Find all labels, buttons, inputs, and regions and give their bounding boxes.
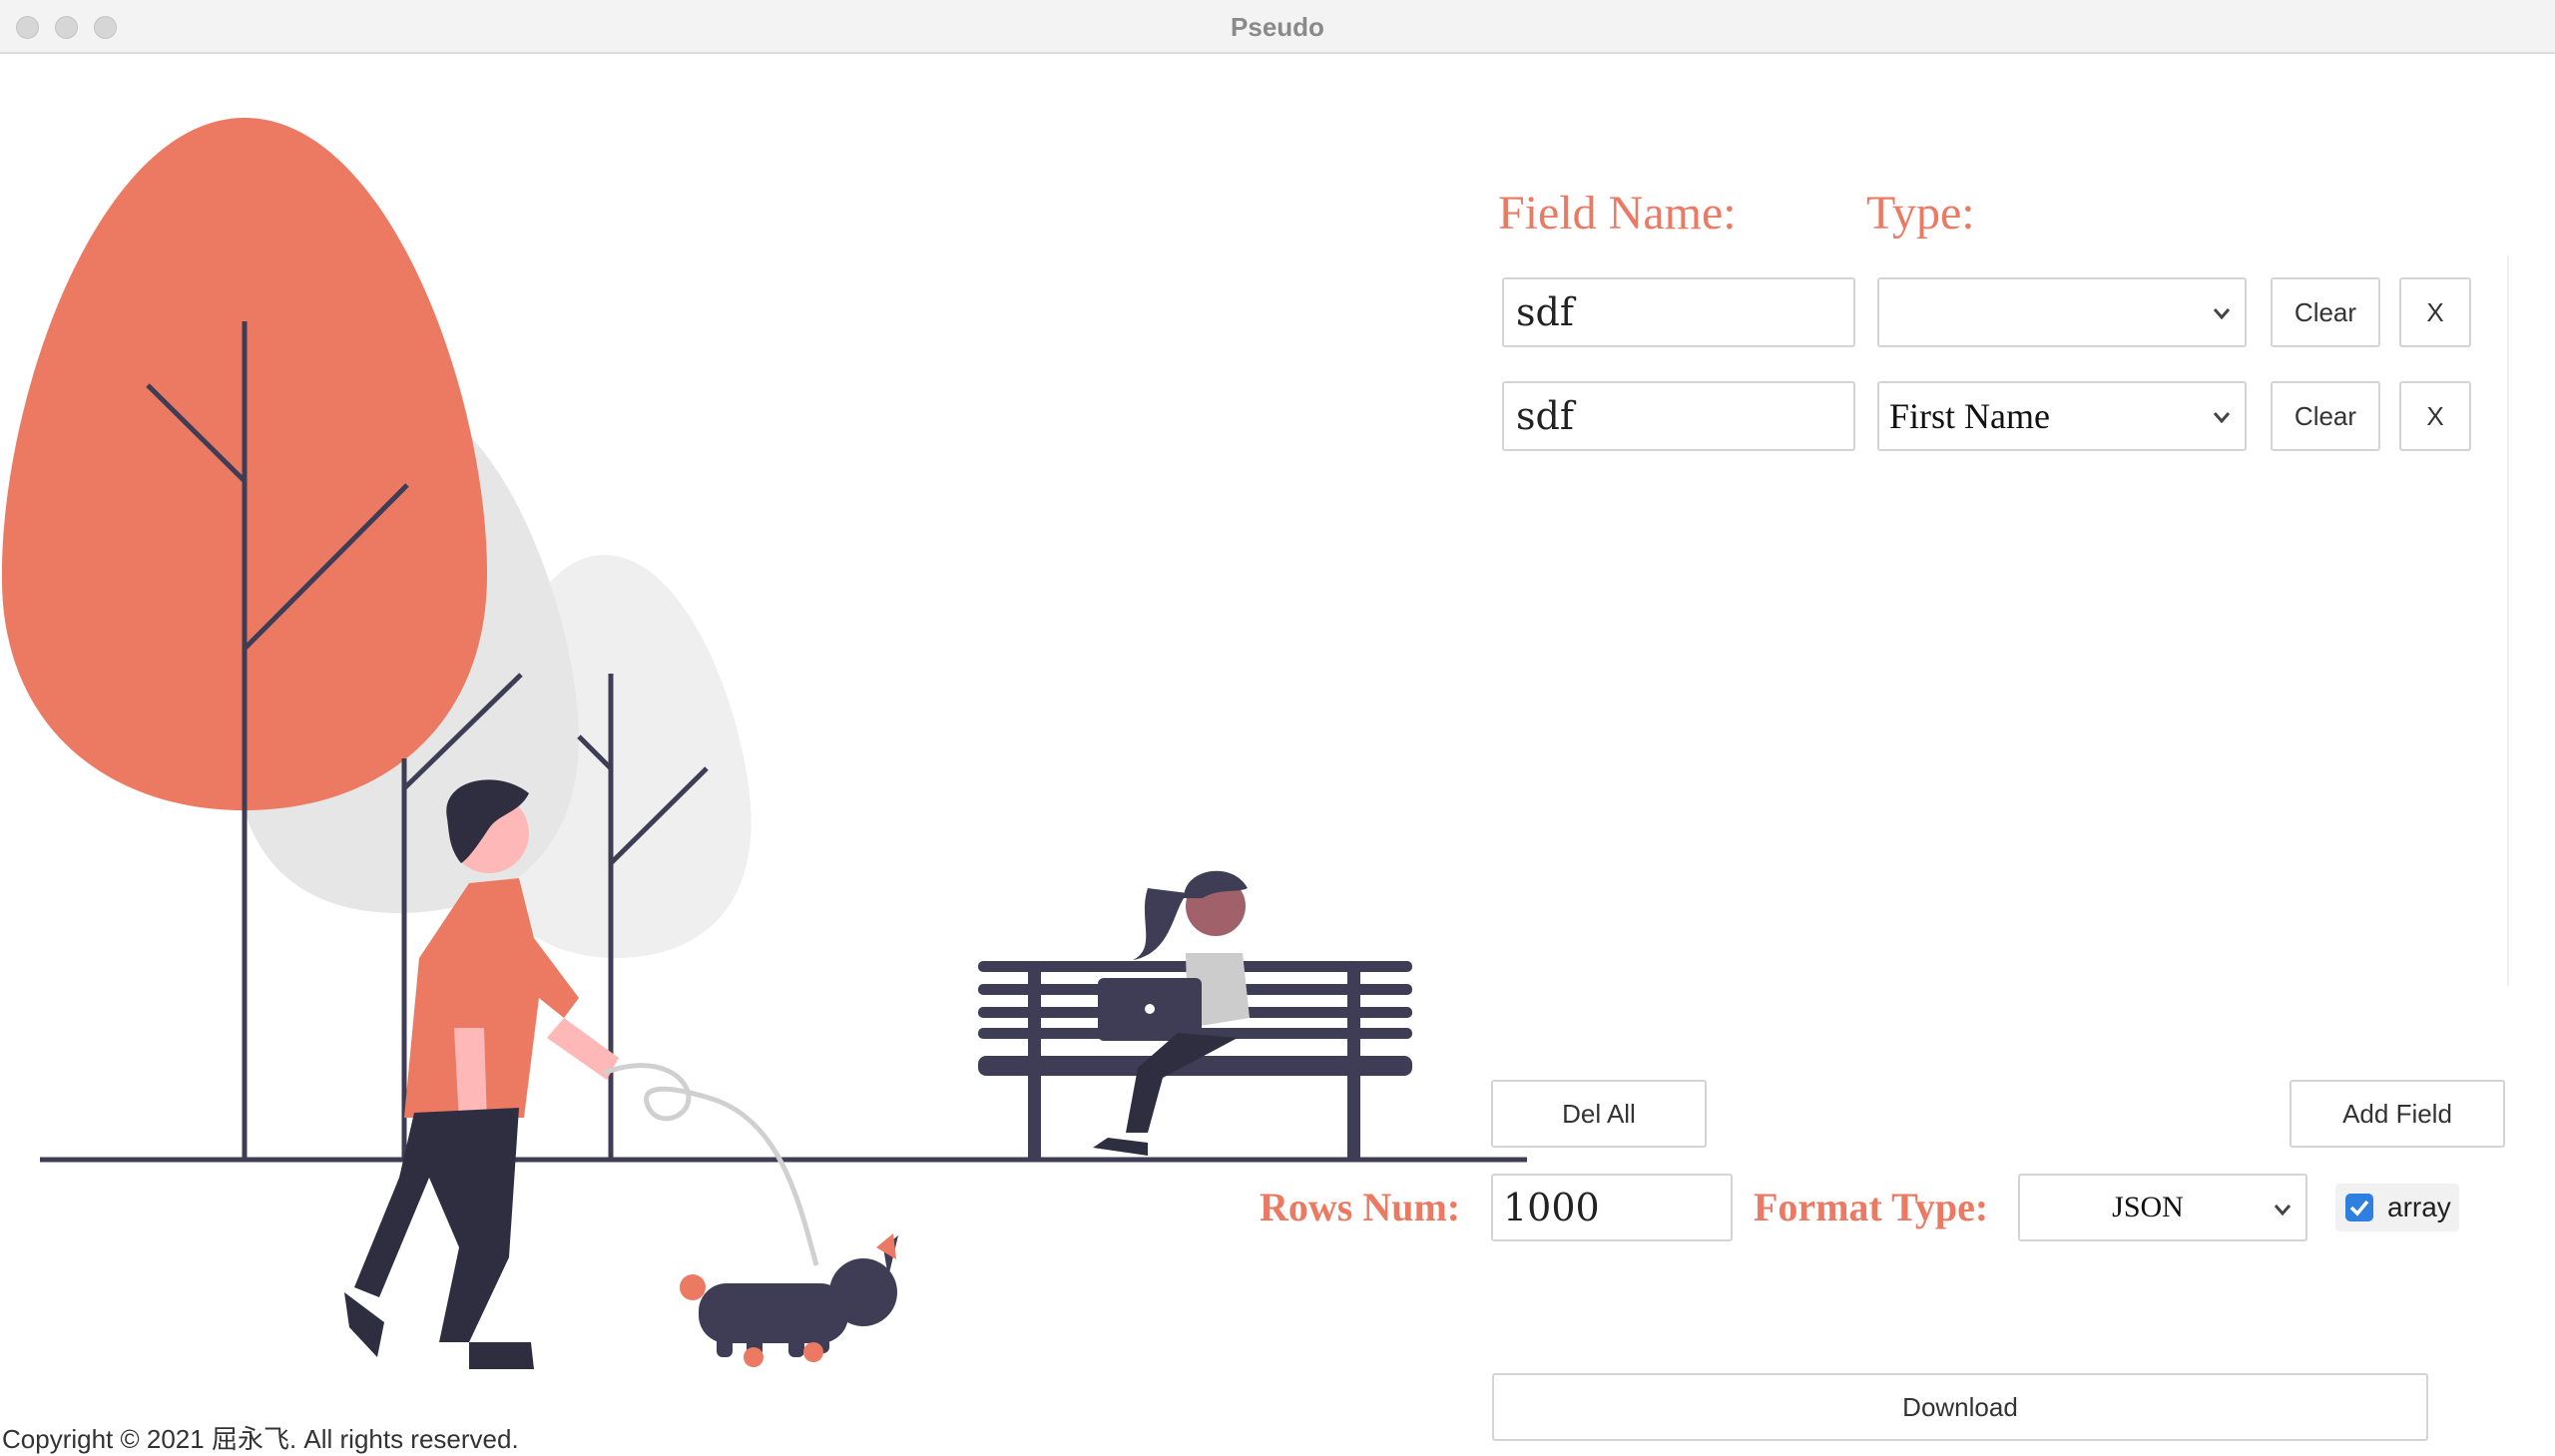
copyright-text: Copyright © 2021 屈永飞. All rights reserve… [2,1424,519,1454]
field-name-input-2[interactable]: sdf [1502,381,1855,451]
type-header: Type: [1866,187,1975,240]
del-all-button[interactable]: Del All [1491,1080,1707,1148]
rows-num-label: Rows Num: [1260,1185,1461,1229]
field-type-select-2[interactable]: First Name [1877,381,2247,451]
add-field-button[interactable]: Add Field [2290,1080,2505,1148]
array-checkbox[interactable] [2345,1194,2373,1221]
park-illustration [1,118,1527,1369]
window-title: Pseudo [1231,12,1324,42]
format-type-select[interactable]: JSON [2018,1174,2307,1241]
format-type-value: JSON [2112,1191,2184,1223]
fields-scrollbar[interactable] [2507,255,2531,986]
chevron-down-icon [2213,412,2231,424]
field-type-select-1[interactable] [1877,277,2247,347]
field-type-value-2: First Name [1889,396,2050,436]
field-name-input-1[interactable]: sdf [1502,277,1855,347]
field-name-header: Field Name: [1498,187,1737,240]
clear-button-2[interactable]: Clear [2271,381,2380,451]
clear-button-1[interactable]: Clear [2271,277,2380,347]
array-checkbox-label: array [2387,1192,2451,1222]
download-button[interactable]: Download [1492,1373,2428,1441]
remove-field-button-1[interactable]: X [2399,277,2471,347]
chevron-down-icon [2274,1205,2292,1216]
array-checkbox-group[interactable]: array [2335,1184,2459,1231]
remove-field-button-2[interactable]: X [2399,381,2471,451]
checkmark-icon [2349,1200,2369,1216]
format-type-label: Format Type: [1754,1185,1989,1229]
chevron-down-icon [2213,308,2231,320]
window-titlebar: Pseudo [0,0,2555,54]
rows-num-input[interactable]: 1000 [1491,1174,1733,1241]
